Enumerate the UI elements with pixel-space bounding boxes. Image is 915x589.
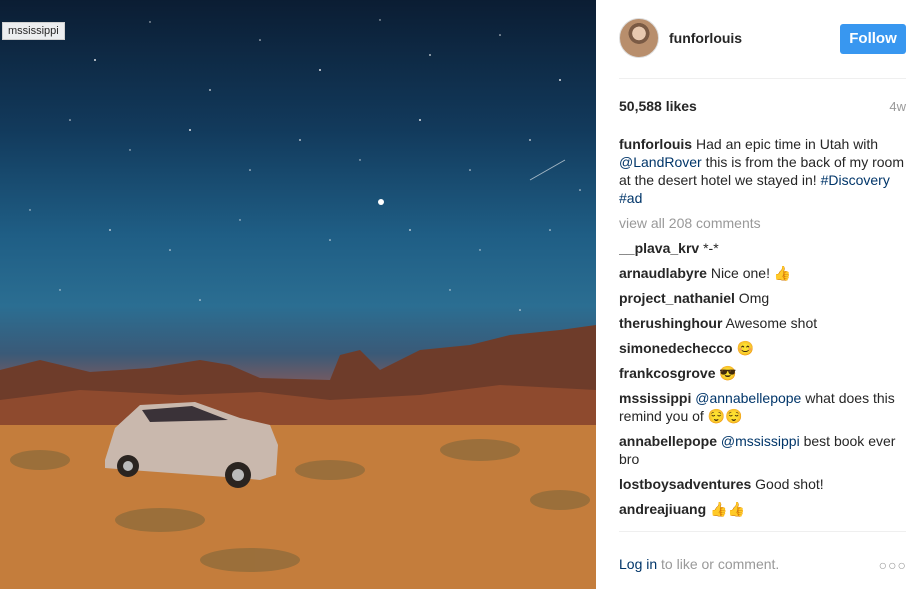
- comment-text: Awesome shot: [722, 315, 818, 331]
- caption: funforlouis Had an epic time in Utah wit…: [619, 135, 906, 207]
- comment: lostboysadventures Good shot!: [619, 475, 906, 493]
- comment-text: Nice one! 👍: [706, 265, 792, 281]
- comment-text: Omg: [734, 290, 770, 306]
- comment: __plava_krv *-*: [619, 239, 906, 257]
- comment-username[interactable]: simonedechecco: [619, 340, 733, 356]
- comments-list: funforlouis Had an epic time in Utah wit…: [619, 135, 906, 531]
- header-divider: [619, 78, 906, 79]
- login-prompt-text: to like or comment.: [657, 556, 780, 572]
- follow-button[interactable]: Follow: [840, 24, 906, 54]
- comment: simonedechecco 😊: [619, 339, 906, 357]
- comment: frankcosgrove 😎: [619, 364, 906, 382]
- hashtag-ad[interactable]: #ad: [619, 190, 642, 206]
- comment: arnaudlabyre Nice one! 👍: [619, 264, 906, 282]
- post-side-panel: funforlouis Follow 50,588 likes 4w funfo…: [596, 0, 915, 589]
- comment: annabellepope @mssissippi best book ever…: [619, 432, 906, 468]
- comment-username[interactable]: mssissippi: [619, 390, 691, 406]
- caption-mention[interactable]: @LandRover: [619, 154, 702, 170]
- comment-username[interactable]: annabellepope: [619, 433, 717, 449]
- comment-text: *-*: [699, 240, 719, 256]
- comment-mention[interactable]: @annabellepope: [691, 390, 801, 406]
- comment-username[interactable]: therushinghour: [619, 315, 722, 331]
- user-tag[interactable]: mssissippi: [2, 22, 65, 40]
- comment-text: Good shot!: [751, 476, 824, 492]
- comment-username[interactable]: arnaudlabyre: [619, 265, 707, 281]
- view-all-comments-link[interactable]: view all 208 comments: [619, 214, 906, 232]
- post-photo: mssissippi: [0, 0, 596, 589]
- comment-username[interactable]: andreajiuang: [619, 501, 706, 517]
- hashtag-discovery[interactable]: #Discovery: [821, 172, 890, 188]
- caption-username[interactable]: funforlouis: [619, 136, 692, 152]
- comment-mention[interactable]: @mssissippi: [717, 433, 800, 449]
- comment: project_nathaniel Omg: [619, 289, 906, 307]
- comment: therushinghour Awesome shot: [619, 314, 906, 332]
- post-header: funforlouis Follow: [596, 0, 915, 78]
- login-link[interactable]: Log in: [619, 556, 657, 572]
- comment-text: 😊: [732, 340, 754, 356]
- comment-text: 👍👍: [706, 501, 745, 517]
- footer-divider: [619, 531, 906, 532]
- comment-username[interactable]: project_nathaniel: [619, 290, 735, 306]
- comment-username[interactable]: frankcosgrove: [619, 365, 715, 381]
- comment-username[interactable]: lostboysadventures: [619, 476, 751, 492]
- comment-text: 😎: [715, 365, 737, 381]
- likes-count[interactable]: 50,588 likes: [619, 98, 697, 114]
- post-age[interactable]: 4w: [889, 99, 906, 114]
- comment-username[interactable]: __plava_krv: [619, 240, 699, 256]
- ellipsis-icon[interactable]: ○○○: [879, 557, 907, 573]
- avatar[interactable]: [619, 18, 659, 58]
- login-prompt: Log in to like or comment.: [619, 556, 779, 572]
- caption-text: Had an epic time in Utah with: [692, 136, 879, 152]
- comment: andreajiuang 👍👍: [619, 500, 906, 518]
- author-username[interactable]: funforlouis: [669, 30, 742, 46]
- comment: mssissippi @annabellepope what does this…: [619, 389, 906, 425]
- night-sky-desert-scene: [0, 19, 596, 589]
